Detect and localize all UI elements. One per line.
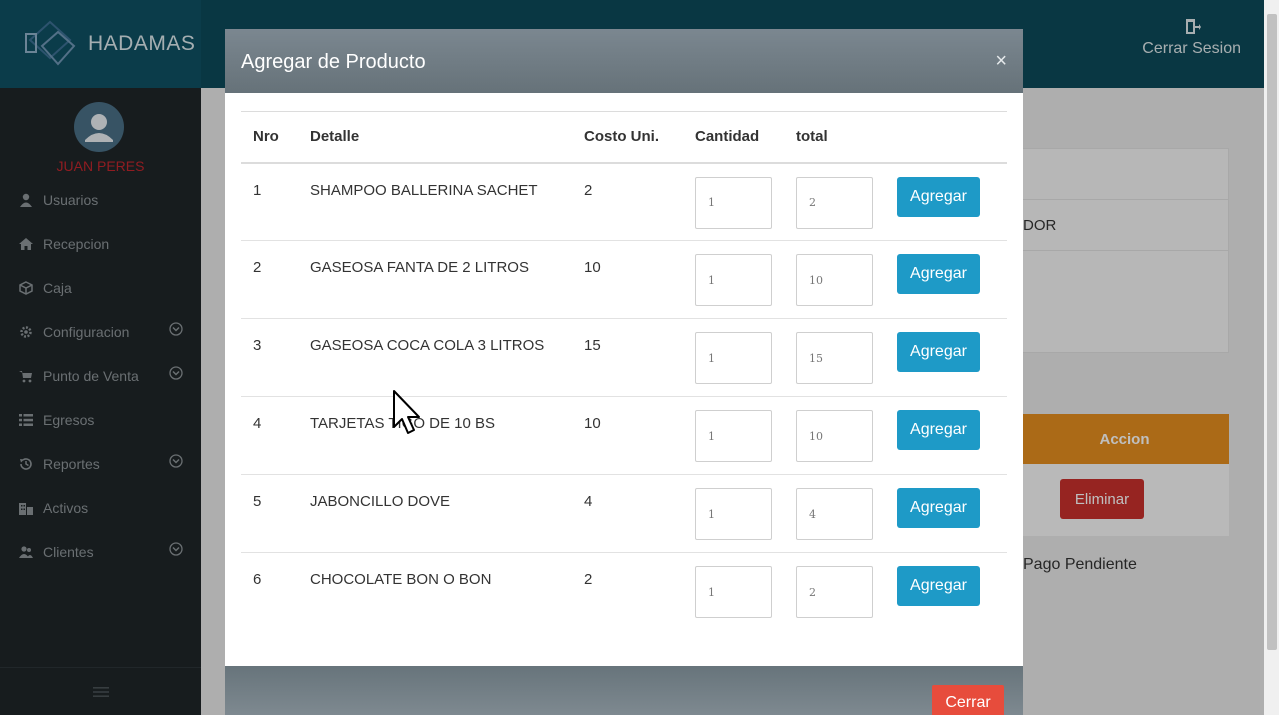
cell-cantidad (683, 396, 784, 475)
page-scrollbar[interactable] (1264, 0, 1279, 715)
cell-cantidad (683, 474, 784, 553)
cell-action: Agregar (885, 162, 1007, 241)
column-header-nro: Nro (241, 111, 298, 164)
cerrar-button[interactable]: Cerrar (932, 685, 1004, 715)
cell-total (784, 474, 885, 553)
modal-body: Nro Detalle Costo Uni. Cantidad total 1 … (225, 93, 1023, 666)
cell-detalle: TARJETAS TIGO DE 10 BS (298, 396, 572, 475)
cell-costo: 2 (572, 162, 683, 241)
cell-costo: 10 (572, 396, 683, 475)
mouse-cursor-icon (393, 390, 420, 434)
column-header-total: total (784, 111, 885, 164)
table-header-row: Nro Detalle Costo Uni. Cantidad total (241, 111, 1007, 164)
cell-action: Agregar (885, 474, 1007, 553)
cell-total (784, 318, 885, 397)
cell-total (784, 396, 885, 475)
total-input[interactable] (796, 176, 873, 229)
agregar-button[interactable]: Agregar (897, 332, 980, 372)
cell-total (784, 162, 885, 241)
cell-costo: 10 (572, 240, 683, 319)
total-input[interactable] (796, 566, 873, 618)
agregar-button[interactable]: Agregar (897, 488, 980, 528)
modal-header: Agregar de Producto × (225, 29, 1023, 93)
cell-action: Agregar (885, 240, 1007, 319)
products-table: Nro Detalle Costo Uni. Cantidad total 1 … (241, 111, 1007, 631)
total-input[interactable] (796, 332, 873, 384)
cell-nro: 5 (241, 474, 298, 553)
cell-detalle: GASEOSA COCA COLA 3 LITROS (298, 318, 572, 397)
cell-total (784, 553, 885, 631)
cell-costo: 15 (572, 318, 683, 397)
cell-costo: 2 (584, 571, 593, 588)
cell-detalle: GASEOSA FANTA DE 2 LITROS (298, 240, 572, 319)
cell-nro: 6 (253, 571, 262, 588)
cell-cantidad (683, 553, 784, 631)
cell-nro: 2 (241, 240, 298, 319)
table-row: 2 GASEOSA FANTA DE 2 LITROS 10 Agregar (241, 240, 1007, 319)
cantidad-input[interactable] (695, 176, 772, 229)
cantidad-input[interactable] (695, 410, 772, 462)
cantidad-input[interactable] (695, 254, 772, 306)
total-input[interactable] (796, 254, 873, 306)
column-header-action (885, 111, 1007, 164)
cell-detalle: JABONCILLO DOVE (298, 474, 572, 553)
modal-title: Agregar de Producto (241, 51, 426, 73)
add-product-modal: Agregar de Producto × Nro Detalle Costo … (225, 29, 1023, 715)
cell-detalle: CHOCOLATE BON O BON (310, 571, 492, 588)
cell-nro: 3 (241, 318, 298, 397)
cell-cantidad (683, 318, 784, 397)
cell-cantidad (683, 162, 784, 241)
close-icon[interactable]: × (995, 51, 1007, 71)
column-header-costo: Costo Uni. (572, 111, 683, 164)
column-header-cantidad: Cantidad (683, 111, 784, 164)
agregar-button[interactable]: Agregar (897, 254, 980, 294)
cell-action: Agregar (885, 553, 1007, 631)
table-row: 1 SHAMPOO BALLERINA SACHET 2 Agregar (241, 162, 1007, 241)
cell-action: Agregar (885, 396, 1007, 475)
scrollbar-thumb[interactable] (1267, 14, 1277, 650)
cell-costo: 4 (572, 474, 683, 553)
modal-footer: Cerrar (225, 666, 1023, 715)
table-row: 5 JABONCILLO DOVE 4 Agregar (241, 474, 1007, 553)
agregar-button[interactable]: Agregar (897, 176, 980, 217)
cell-action: Agregar (885, 318, 1007, 397)
cell-detalle: SHAMPOO BALLERINA SACHET (298, 162, 572, 241)
cell-total (784, 240, 885, 319)
table-row: 4 TARJETAS TIGO DE 10 BS 10 Agregar (241, 396, 1007, 475)
cell-nro: 4 (241, 396, 298, 475)
cantidad-input[interactable] (695, 332, 772, 384)
total-input[interactable] (796, 410, 873, 462)
agregar-button[interactable]: Agregar (897, 566, 980, 606)
cell-cantidad (683, 240, 784, 319)
cantidad-input[interactable] (695, 488, 772, 540)
column-header-detalle: Detalle (298, 111, 572, 164)
cantidad-input[interactable] (695, 566, 772, 618)
agregar-button[interactable]: Agregar (897, 410, 980, 450)
table-row: 3 GASEOSA COCA COLA 3 LITROS 15 Agregar (241, 318, 1007, 397)
total-input[interactable] (796, 488, 873, 540)
table-row: 6 CHOCOLATE BON O BON 2 Agregar (241, 553, 1007, 631)
cell-nro: 1 (241, 162, 298, 241)
